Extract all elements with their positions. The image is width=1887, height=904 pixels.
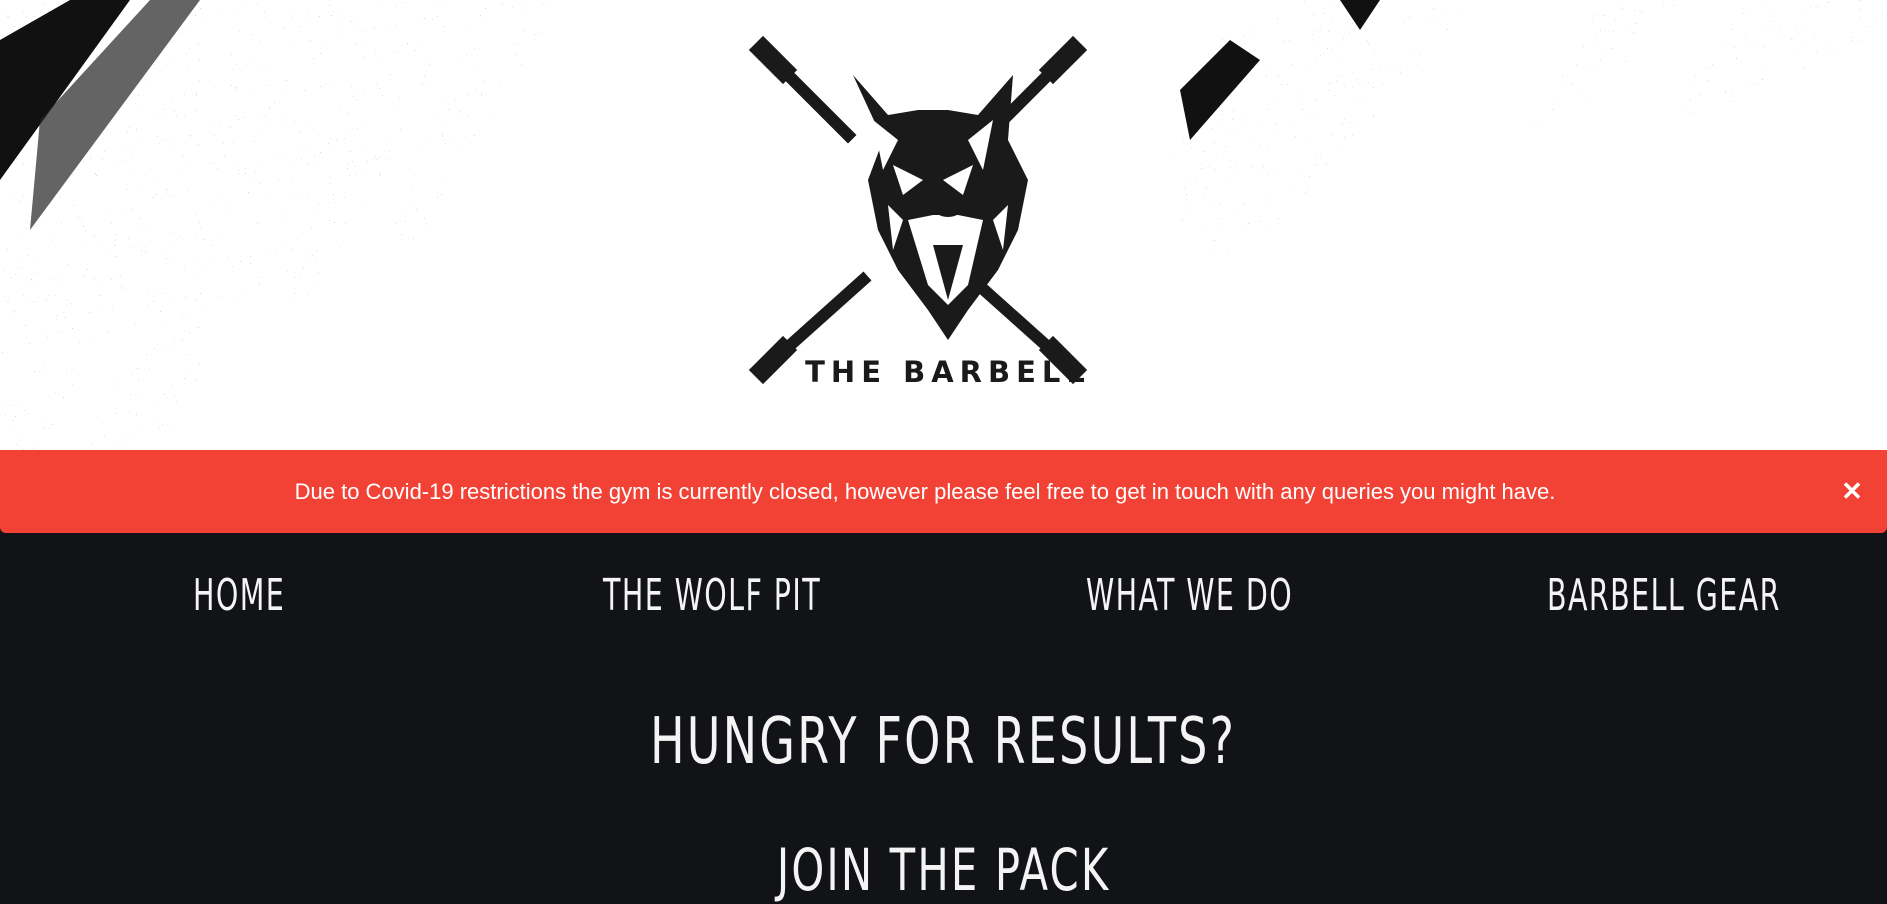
hero-heading-wrap: HUNGRY FOR RESULTS? bbox=[0, 705, 1887, 779]
close-icon[interactable]: ✕ bbox=[1835, 474, 1869, 508]
brand-name: THE BARBELL bbox=[805, 355, 1091, 389]
nav-item-the-wolf-pit[interactable]: THE WOLF PIT bbox=[603, 571, 821, 621]
hero-banner: THE BARBELL bbox=[0, 0, 1887, 450]
main-navigation: HOME THE WOLF PIT WHAT WE DO BARBELL GEA… bbox=[0, 533, 1887, 653]
subheading-wrap: JOIN THE PACK bbox=[0, 836, 1887, 904]
page-title: HUNGRY FOR RESULTS? bbox=[650, 705, 1237, 779]
nav-item-what-we-do[interactable]: WHAT WE DO bbox=[1086, 571, 1293, 621]
alert-message: Due to Covid-19 restrictions the gym is … bbox=[294, 479, 1556, 504]
nav-item-home[interactable]: HOME bbox=[193, 571, 285, 621]
nav-item-barbell-gear[interactable]: BARBELL GEAR bbox=[1547, 571, 1781, 621]
page-subtitle: JOIN THE PACK bbox=[776, 836, 1111, 904]
covid-alert-banner: Due to Covid-19 restrictions the gym is … bbox=[0, 450, 1887, 533]
